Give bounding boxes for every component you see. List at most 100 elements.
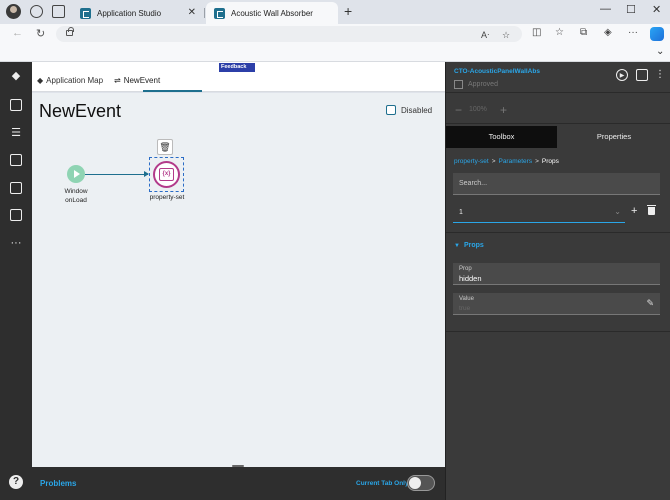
- current-tab-only-toggle[interactable]: [407, 475, 435, 491]
- address-bar[interactable]: Aᐧ ☆: [56, 26, 522, 42]
- zoom-level: 100%: [469, 106, 487, 113]
- add-icon[interactable]: +: [631, 205, 637, 217]
- property-set-node[interactable]: {x}: [153, 161, 180, 188]
- connector-arrow: [85, 171, 149, 177]
- collections-icon[interactable]: ⧉: [580, 27, 587, 38]
- approved-label: Approved: [468, 81, 498, 88]
- tab-label: NewEvent: [123, 76, 161, 85]
- feedback-label: Feedback: [221, 64, 247, 70]
- tab-label: Application Map: [46, 76, 104, 85]
- tab-new-event[interactable]: ⇌ NewEvent: [114, 76, 160, 85]
- checklist-icon[interactable]: ☰: [10, 127, 22, 139]
- breadcrumb-props: Props: [541, 158, 559, 165]
- minimize-icon[interactable]: —: [600, 3, 611, 15]
- tab-title: Acoustic Wall Absorber: [231, 8, 313, 18]
- props-section-label: Props: [463, 242, 484, 249]
- prop-field-value: hidden: [459, 274, 482, 283]
- breadcrumb-separator: >: [535, 158, 539, 165]
- workspaces-icon[interactable]: [30, 5, 43, 18]
- value-field-placeholder: true: [459, 305, 471, 312]
- browser-toolbar: ← ↻ Aᐧ ☆ ◫ ☆ ⧉ ◈ ···: [0, 24, 670, 44]
- breadcrumb-property-set[interactable]: property-set: [454, 158, 489, 165]
- variable-icon: {x}: [159, 168, 174, 181]
- page-title: NewEvent: [39, 101, 122, 121]
- back-arrow-icon[interactable]: ←: [12, 27, 23, 39]
- more-icon[interactable]: ···: [10, 237, 22, 249]
- current-tab-only-label: Current Tab Only: [356, 480, 409, 487]
- refresh-icon[interactable]: ↻: [36, 27, 45, 40]
- prop-field[interactable]: Prop hidden: [453, 263, 660, 285]
- breadcrumb: property-set > Parameters > Props: [454, 158, 559, 165]
- maximize-icon[interactable]: ☐: [626, 3, 636, 16]
- disabled-label: Disabled: [401, 106, 433, 115]
- trash-icon[interactable]: [647, 205, 656, 215]
- divider: [446, 331, 670, 332]
- table-icon[interactable]: [10, 182, 22, 194]
- more-vertical-icon[interactable]: ⋮: [654, 69, 666, 81]
- components-icon[interactable]: [10, 154, 22, 166]
- read-aloud-icon[interactable]: Aᐧ: [481, 30, 489, 41]
- tab-actions-icon[interactable]: [52, 5, 65, 18]
- star-icon[interactable]: ☆: [502, 30, 510, 41]
- more-options-icon[interactable]: ···: [628, 27, 638, 38]
- favorites-icon[interactable]: ☆: [555, 27, 564, 38]
- copilot-icon[interactable]: [650, 27, 664, 41]
- tab-toolbox[interactable]: Toolbox: [446, 126, 557, 148]
- browser-tab-acoustic-wall-absorber[interactable]: Acoustic Wall Absorber: [206, 2, 338, 24]
- profile-avatar[interactable]: [6, 4, 21, 19]
- props-section-header[interactable]: ▼ Props: [454, 242, 484, 249]
- save-icon[interactable]: [636, 69, 648, 81]
- value-field[interactable]: Value true ✎: [453, 293, 660, 315]
- app-favicon-icon: [80, 7, 91, 19]
- value-field-label: Value: [459, 296, 474, 302]
- start-node-label: Window onLoad: [56, 187, 96, 205]
- breadcrumb-separator: >: [491, 158, 496, 165]
- search-input[interactable]: Search...: [453, 173, 660, 195]
- chevron-down-icon[interactable]: ⌄: [656, 46, 664, 57]
- component-title: CTO-AcousticPanelWallAbs: [454, 68, 540, 75]
- browser-subbar: ⌄: [0, 44, 670, 62]
- extensions-icon[interactable]: ◈: [604, 27, 612, 38]
- problems-bar: Problems Current Tab Only: [32, 467, 445, 500]
- variables-icon[interactable]: [10, 209, 22, 221]
- caret-down-icon: ▼: [454, 242, 460, 249]
- layers-icon[interactable]: ◆: [10, 70, 22, 82]
- zoom-out-icon[interactable]: −: [455, 103, 462, 117]
- pencil-icon[interactable]: ✎: [646, 298, 654, 309]
- lock-icon: [66, 27, 74, 36]
- browser-tab-strip: Application Studio ✕ Acoustic Wall Absor…: [0, 0, 670, 24]
- tab-title: Application Studio: [97, 8, 162, 18]
- help-icon[interactable]: ?: [9, 475, 23, 489]
- close-icon[interactable]: ✕: [188, 7, 196, 18]
- play-icon[interactable]: ▶: [616, 69, 628, 81]
- start-node-label-line1: Window: [64, 188, 88, 195]
- breadcrumb-parameters[interactable]: Parameters: [498, 158, 532, 165]
- tab-application-map[interactable]: ◆ Application Map: [37, 76, 103, 85]
- disabled-checkbox[interactable]: [386, 105, 396, 115]
- properties-panel: CTO-AcousticPanelWallAbs Approved ▶ ⋮ − …: [445, 62, 670, 500]
- plus-icon[interactable]: +: [344, 3, 352, 19]
- divider: [446, 92, 670, 93]
- approved-checkbox[interactable]: [454, 80, 463, 89]
- tab-divider: [204, 8, 205, 18]
- divider: [446, 232, 670, 233]
- index-select[interactable]: 1 ⌄: [453, 203, 625, 223]
- browser-tab-application-studio[interactable]: Application Studio ✕: [72, 2, 204, 24]
- select-value: 1: [459, 209, 463, 216]
- app-favicon-icon: [214, 7, 225, 19]
- split-screen-icon[interactable]: ◫: [532, 27, 541, 38]
- app-sidebar: ◆ ☰ ···: [0, 62, 32, 500]
- tab-properties[interactable]: Properties: [557, 126, 670, 148]
- layout-icon[interactable]: [10, 99, 22, 111]
- layers-small-icon: ◆: [37, 76, 44, 85]
- delete-node-icon[interactable]: 🗑: [157, 139, 173, 155]
- event-canvas[interactable]: NewEvent Disabled 🗑 Window onLoad {x} pr…: [32, 93, 445, 467]
- close-window-icon[interactable]: ✕: [652, 3, 661, 16]
- prop-field-label: Prop: [459, 266, 472, 272]
- problems-link[interactable]: Problems: [40, 479, 76, 488]
- start-node-label-line2: onLoad: [65, 197, 87, 204]
- feedback-button[interactable]: Feedback: [219, 63, 255, 72]
- search-placeholder: Search...: [459, 180, 488, 187]
- window-onload-node[interactable]: [67, 165, 85, 183]
- zoom-in-icon[interactable]: +: [500, 103, 507, 117]
